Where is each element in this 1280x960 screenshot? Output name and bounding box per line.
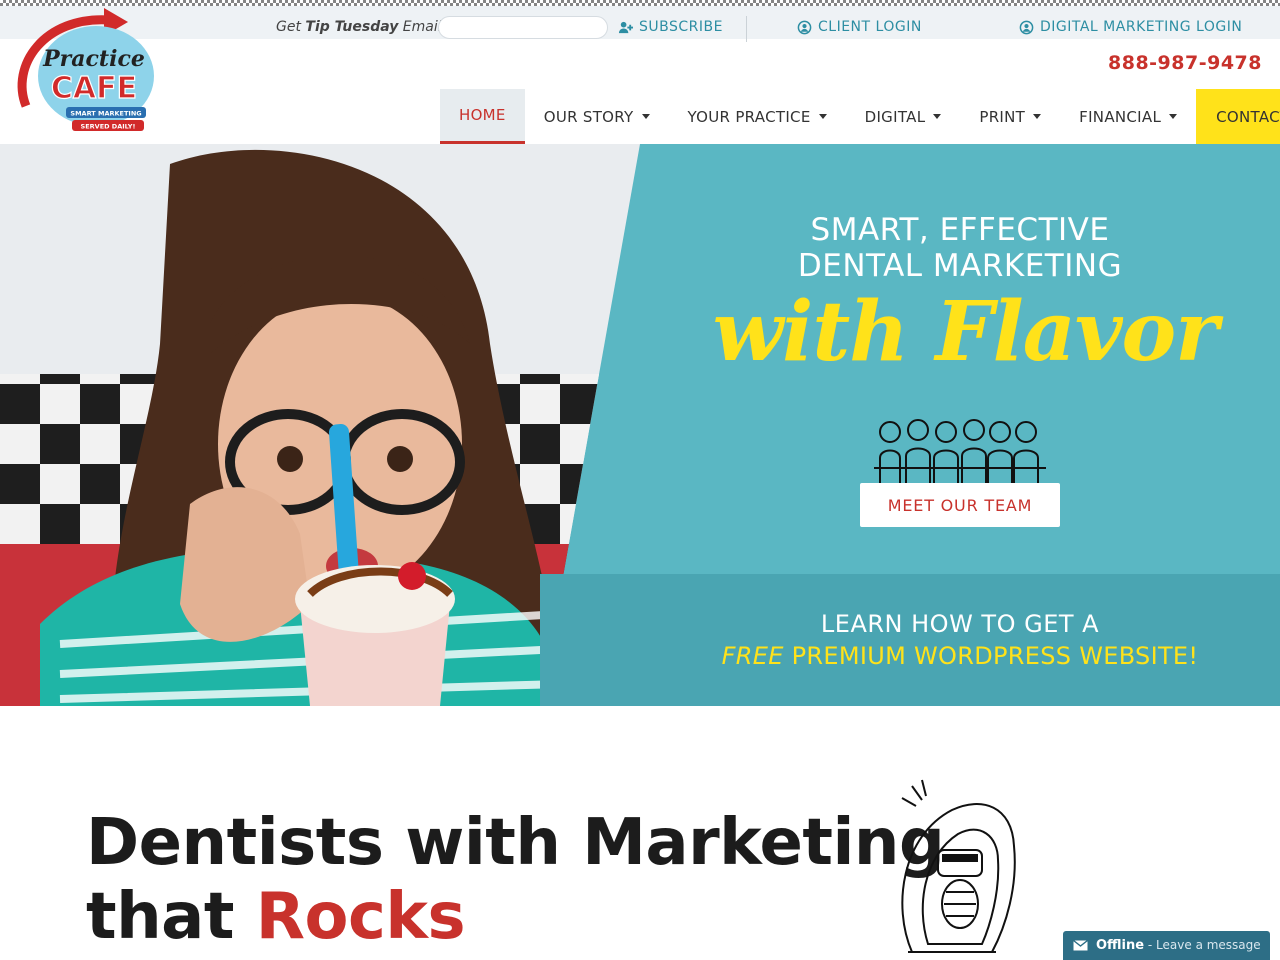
digital-login-label: DIGITAL MARKETING LOGIN	[1040, 19, 1243, 35]
subscribe-link[interactable]: SUBSCRIBE	[618, 19, 723, 35]
hero-line-1: SMART, EFFECTIVE	[810, 212, 1110, 248]
headline-line-1: Dentists with Marketing	[86, 806, 945, 880]
user-circle-icon	[797, 20, 812, 34]
caret-down-icon	[818, 114, 827, 119]
hero-banner: SMART, EFFECTIVE DENTAL MARKETING with F…	[0, 144, 1280, 706]
practice-cafe-logo[interactable]: Practice CAFE SMART MARKETING SERVED DAI…	[14, 6, 164, 136]
envelope-icon	[1073, 940, 1088, 951]
caret-down-icon	[1033, 114, 1042, 119]
jukebox-illustration	[901, 779, 1016, 953]
promo-line-1[interactable]: LEARN HOW TO GET A	[640, 610, 1280, 638]
tip-tuesday-label: Get Tip Tuesday Emails	[276, 19, 449, 35]
digital-marketing-login-link[interactable]: DIGITAL MARKETING LOGIN	[1019, 19, 1242, 35]
headline-accent: Rocks	[255, 880, 466, 954]
add-user-icon	[618, 21, 633, 33]
chat-message: - Leave a message	[1144, 938, 1261, 952]
nav-our-story[interactable]: OUR STORY	[525, 89, 669, 144]
nav-your-practice[interactable]: YOUR PRACTICE	[669, 89, 846, 144]
nav-print[interactable]: PRINT	[960, 89, 1060, 144]
client-login-link[interactable]: CLIENT LOGIN	[797, 19, 922, 35]
chat-status: Offline	[1096, 938, 1145, 953]
chat-widget[interactable]: Offline - Leave a message	[1063, 931, 1270, 960]
caret-down-icon	[933, 114, 942, 119]
caret-down-icon	[641, 114, 650, 119]
promo-line-2[interactable]: FREE PREMIUM WORDPRESS WEBSITE!	[640, 642, 1280, 670]
main-nav: HOME OUR STORY YOUR PRACTICE DIGITAL PRI…	[440, 89, 1280, 144]
top-utility-bar: Get Tip Tuesday Emails SUBSCRIBE CLIENT …	[0, 6, 1280, 42]
svg-text:SMART MARKETING: SMART MARKETING	[70, 110, 141, 118]
svg-text:SERVED DAILY!: SERVED DAILY!	[81, 123, 136, 131]
hero-script-text: with Flavor	[712, 284, 1219, 380]
meet-our-team-button[interactable]: MEET OUR TEAM	[860, 483, 1060, 527]
subscribe-label: SUBSCRIBE	[639, 19, 723, 35]
client-login-label: CLIENT LOGIN	[818, 19, 922, 35]
caret-down-icon	[1169, 114, 1178, 119]
nav-contact[interactable]: CONTACT	[1196, 89, 1280, 144]
headline-line-2: that	[86, 880, 256, 954]
promo-band	[540, 574, 1280, 706]
svg-text:Practice: Practice	[42, 46, 145, 72]
team-illustration	[874, 419, 1046, 484]
section-headline: Dentists with Marketing that Rocks	[86, 806, 945, 954]
nav-financial[interactable]: FINANCIAL	[1060, 89, 1196, 144]
svg-text:CAFE: CAFE	[51, 71, 137, 106]
user-circle-icon	[1019, 20, 1034, 34]
phone-number[interactable]: 888-987-9478	[1108, 52, 1262, 74]
nav-home[interactable]: HOME	[440, 89, 525, 144]
hero-line-2: DENTAL MARKETING	[797, 248, 1123, 284]
email-signup-input[interactable]	[438, 16, 608, 39]
nav-digital[interactable]: DIGITAL	[846, 89, 961, 144]
divider	[746, 16, 747, 42]
